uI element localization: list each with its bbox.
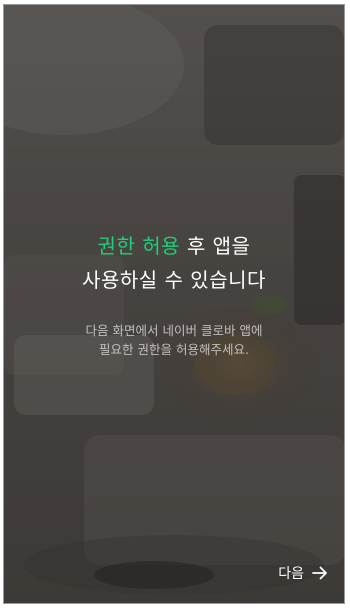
subtitle-line1: 다음 화면에서 네이버 클로바 앱에 bbox=[85, 323, 263, 338]
headline: 권한 허용 후 앱을 사용하실 수 있습니다 bbox=[4, 229, 344, 297]
subtitle-line2: 필요한 권한을 허용해주세요. bbox=[99, 342, 249, 357]
headline-line2: 사용하실 수 있습니다 bbox=[82, 268, 266, 292]
next-button[interactable]: 다음 bbox=[278, 563, 328, 583]
arrow-right-icon bbox=[312, 566, 328, 580]
onboarding-screen: 권한 허용 후 앱을 사용하실 수 있습니다 다음 화면에서 네이버 클로바 앱… bbox=[3, 4, 345, 604]
headline-rest: 후 앱을 bbox=[180, 234, 251, 258]
headline-accent: 권한 허용 bbox=[97, 234, 181, 258]
subtitle: 다음 화면에서 네이버 클로바 앱에 필요한 권한을 허용해주세요. bbox=[4, 321, 344, 359]
headline-line1: 권한 허용 후 앱을 bbox=[4, 229, 344, 263]
dim-overlay bbox=[4, 5, 344, 603]
next-label: 다음 bbox=[278, 566, 304, 582]
